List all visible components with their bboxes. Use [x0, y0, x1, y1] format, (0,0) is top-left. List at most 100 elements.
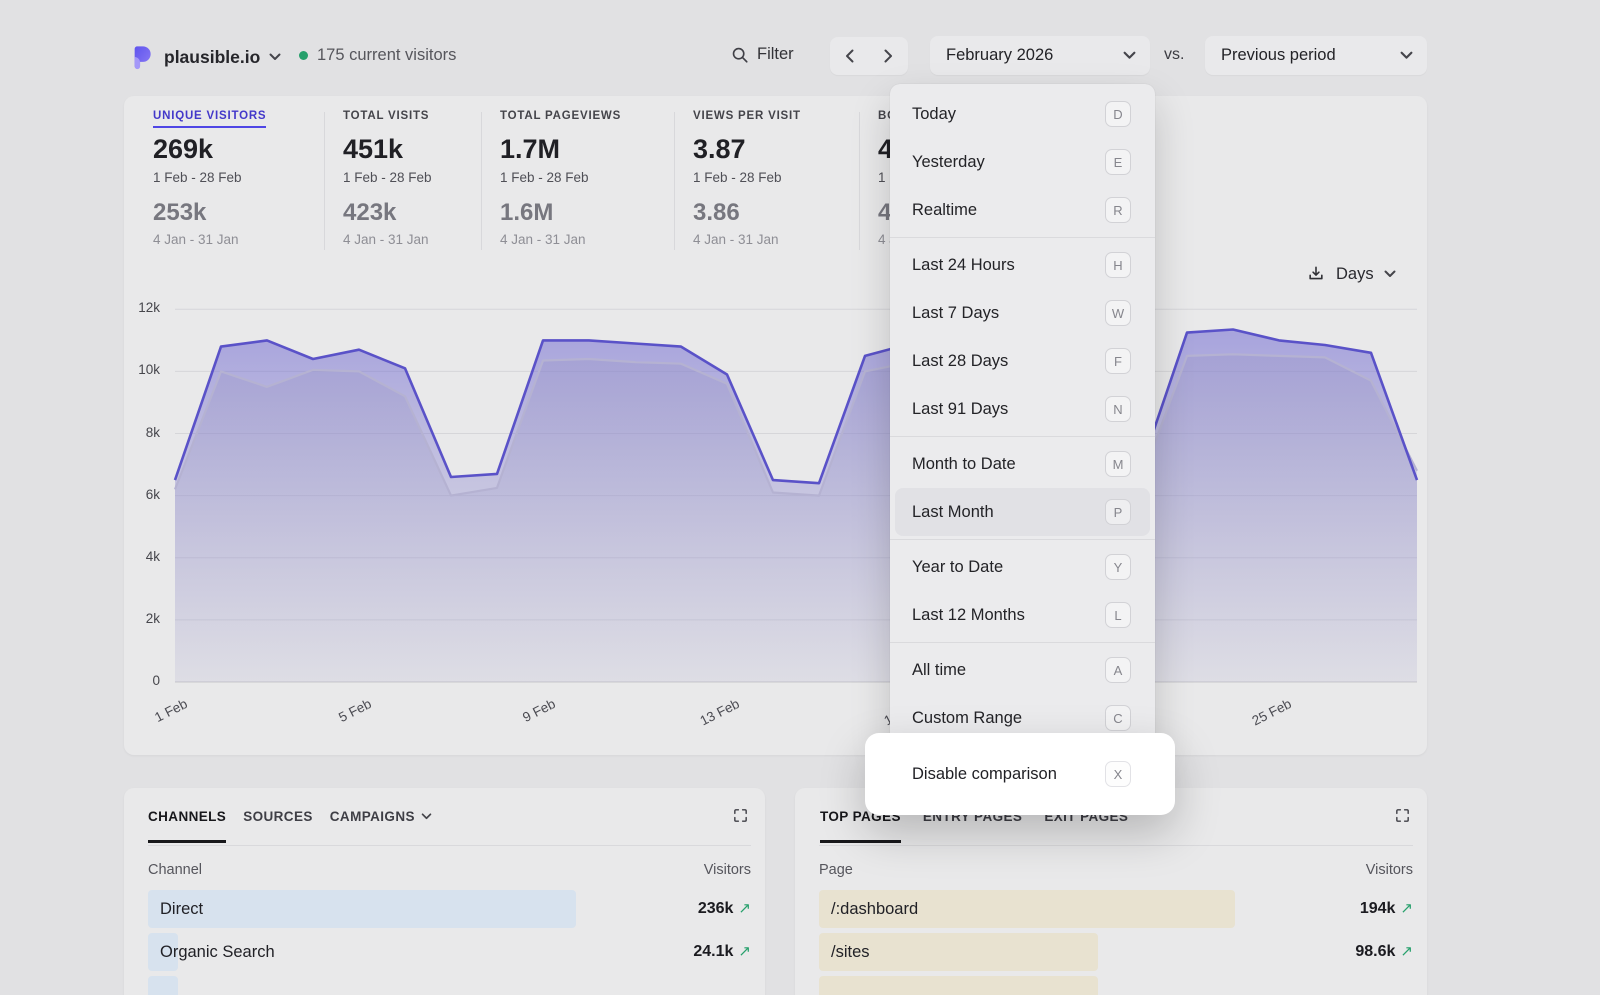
row-value: 236k [698, 890, 734, 928]
menu-item-last-91-days[interactable]: Last 91 Days N [890, 385, 1155, 433]
table-header: Channel Visitors [148, 862, 751, 878]
chevron-down-icon [1400, 51, 1413, 60]
metric-value: 451k [343, 134, 432, 164]
x-tick: 13 Feb [669, 696, 742, 743]
vs-label: vs. [1164, 46, 1184, 64]
metric-prev-value: 253k [153, 199, 266, 226]
tab-campaigns[interactable]: CAMPAIGNS [330, 809, 432, 824]
menu-divider [890, 642, 1155, 643]
menu-item-last-12-months[interactable]: Last 12 Months L [890, 591, 1155, 639]
menu-divider [890, 436, 1155, 437]
menu-item-last-7-days[interactable]: Last 7 Days W [890, 289, 1155, 337]
menu-item-year-to-date[interactable]: Year to Date Y [890, 543, 1155, 591]
prev-period-arrow-button[interactable] [830, 37, 869, 75]
menu-item-label: Realtime [912, 201, 977, 220]
menu-item-label: Yesterday [912, 153, 985, 172]
menu-item-label: Custom Range [912, 709, 1022, 728]
tab-divider [148, 845, 751, 846]
download-icon[interactable] [1306, 264, 1326, 284]
row-label: /:dashboard [831, 890, 918, 928]
plausible-dashboard: plausible.io 175 current visitors Filter… [0, 0, 1600, 995]
y-tick: 12k [124, 300, 160, 315]
menu-item-month-to-date[interactable]: Month to Date M [890, 440, 1155, 488]
comparison-button[interactable]: Previous period [1205, 36, 1427, 75]
expand-icon[interactable] [1394, 807, 1411, 824]
metric-total-visits[interactable]: TOTAL VISITS 451k 1 Feb - 28 Feb 423k 4 … [343, 110, 432, 248]
menu-item-today[interactable]: Today D [890, 90, 1155, 138]
next-period-arrow-button[interactable] [869, 37, 908, 75]
column-value: Visitors [704, 862, 751, 878]
metric-views-per-visit[interactable]: VIEWS PER VISIT 3.87 1 Feb - 28 Feb 3.86… [693, 110, 801, 248]
row-direct[interactable]: Direct 236k ↗ [148, 890, 751, 928]
tab-channels[interactable]: CHANNELS [148, 809, 226, 824]
table-row[interactable]: ↗ [819, 976, 1413, 995]
y-tick: 0 [124, 673, 160, 688]
search-icon [731, 46, 749, 64]
metric-unique-visitors[interactable]: UNIQUE VISITORS 269k 1 Feb - 28 Feb 253k… [153, 110, 266, 248]
shortcut-key: E [1105, 149, 1131, 175]
metric-value: 269k [153, 134, 266, 164]
chevron-left-icon [845, 49, 854, 63]
plausible-logo-icon [128, 44, 155, 71]
menu-item-label: Last 91 Days [912, 400, 1008, 419]
current-visitors-label: 175 current visitors [317, 46, 456, 65]
top-pages-card: TOP PAGES ENTRY PAGES EXIT PAGES Page Vi… [795, 788, 1427, 995]
shortcut-key: Y [1105, 554, 1131, 580]
column-label: Page [819, 862, 853, 878]
expand-icon[interactable] [732, 807, 749, 824]
filter-button[interactable]: Filter [731, 45, 794, 64]
current-visitors[interactable]: 175 current visitors [299, 46, 456, 65]
menu-item-last-28-days[interactable]: Last 28 Days F [890, 337, 1155, 385]
table-row[interactable]: ↗ [148, 976, 751, 995]
interval-control[interactable]: Days [1306, 264, 1396, 284]
disable-comparison-item[interactable]: Disable comparison X [865, 733, 1175, 815]
x-tick: 9 Feb [485, 696, 558, 743]
chevron-down-icon [269, 53, 281, 61]
menu-item-all-time[interactable]: All time A [890, 646, 1155, 694]
metric-period: 1 Feb - 28 Feb [343, 169, 432, 186]
arrow-up-right-icon: ↗ [738, 890, 751, 928]
shortcut-key: H [1105, 252, 1131, 278]
stat-divider [324, 112, 325, 250]
date-range-button[interactable]: February 2026 [930, 36, 1150, 75]
menu-item-yesterday[interactable]: Yesterday E [890, 138, 1155, 186]
shortcut-key: W [1105, 300, 1131, 326]
row--dashboard[interactable]: /:dashboard 194k ↗ [819, 890, 1413, 928]
row-bar [148, 890, 576, 928]
x-tick: 25 Feb [1221, 696, 1294, 743]
chevron-down-icon [1123, 51, 1136, 60]
tab-sources[interactable]: SOURCES [243, 809, 313, 824]
live-dot-icon [299, 51, 308, 60]
filter-label: Filter [757, 45, 794, 64]
menu-item-realtime[interactable]: Realtime R [890, 186, 1155, 234]
row-label: /sites [831, 933, 870, 971]
x-tick: 5 Feb [301, 696, 374, 743]
menu-item-label: Year to Date [912, 558, 1003, 577]
menu-item-last-month[interactable]: Last Month P [895, 488, 1150, 536]
shortcut-key: F [1105, 348, 1131, 374]
column-value: Visitors [1366, 862, 1413, 878]
y-tick: 10k [124, 362, 160, 377]
menu-item-last-24-hours[interactable]: Last 24 Hours H [890, 241, 1155, 289]
y-tick: 4k [124, 549, 160, 564]
comparison-label: Previous period [1221, 46, 1336, 65]
period-nav [830, 37, 908, 75]
row-organic-search[interactable]: Organic Search 24.1k ↗ [148, 933, 751, 971]
menu-item-label: Last 12 Months [912, 606, 1025, 625]
metric-prev-period: 4 Jan - 31 Jan [693, 231, 801, 248]
row--sites[interactable]: /sites 98.6k ↗ [819, 933, 1413, 971]
shortcut-key: R [1105, 197, 1131, 223]
stat-divider [859, 112, 860, 250]
channels-rows: Direct 236k ↗ Organic Search 24.1k ↗ ↗ [148, 890, 751, 995]
shortcut-key: X [1105, 761, 1131, 787]
metric-period: 1 Feb - 28 Feb [153, 169, 266, 186]
menu-item-label: Month to Date [912, 455, 1016, 474]
metric-total-pageviews[interactable]: TOTAL PAGEVIEWS 1.7M 1 Feb - 28 Feb 1.6M… [500, 110, 621, 248]
menu-item-label: Last Month [912, 503, 994, 522]
site-name: plausible.io [164, 47, 260, 68]
chevron-right-icon [884, 49, 893, 63]
shortcut-key: C [1105, 705, 1131, 731]
stat-divider [481, 112, 482, 250]
shortcut-key: A [1105, 657, 1131, 683]
site-switcher[interactable]: plausible.io [128, 41, 281, 73]
